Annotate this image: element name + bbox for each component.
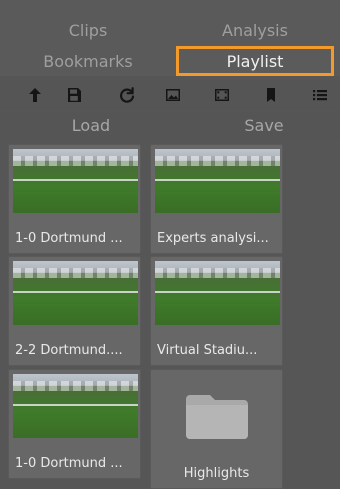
playlist-actions: Load Save (0, 112, 340, 140)
playlist-item[interactable]: 2-2 Dortmund.... (8, 256, 141, 366)
video-thumbnail (13, 261, 138, 325)
playlist-item[interactable]: Virtual Stadiu... (150, 256, 283, 366)
playlist-item[interactable]: 1-0 Dortmund ... (8, 144, 141, 254)
playlist-panel: Clips Analysis Bookmarks Playlist Load S… (0, 0, 340, 489)
list-icon[interactable] (311, 86, 329, 104)
tab-playlist[interactable]: Playlist (176, 46, 334, 76)
playlist-folder-label: Highlights (183, 466, 250, 481)
playlist-item[interactable]: Experts analysi... (150, 144, 283, 254)
video-thumbnail (13, 374, 138, 438)
panel-tabs: Clips Analysis Bookmarks Playlist (0, 0, 340, 76)
playlist-item-label: Virtual Stadiu... (157, 343, 258, 358)
playlist-grid: 1-0 Dortmund ... Experts analysi... 2-2 … (0, 140, 340, 489)
refresh-icon[interactable] (118, 86, 136, 104)
upload-icon[interactable] (26, 86, 44, 104)
video-thumbnail (13, 149, 138, 213)
tab-clips[interactable]: Clips (12, 17, 164, 45)
video-icon[interactable] (213, 86, 231, 104)
playlist-item-label: Experts analysi... (157, 231, 269, 246)
playlist-toolbar (0, 80, 340, 110)
playlist-item[interactable]: 1-0 Dortmund ... (8, 369, 141, 479)
playlist-item-label: 1-0 Dortmund ... (15, 456, 123, 471)
folder-icon (184, 389, 250, 441)
playlist-folder[interactable]: Highlights (150, 369, 283, 489)
load-button[interactable]: Load (31, 116, 151, 135)
playlist-item-label: 1-0 Dortmund ... (15, 231, 123, 246)
video-thumbnail (155, 149, 280, 213)
image-icon[interactable] (164, 86, 182, 104)
save-icon[interactable] (65, 86, 83, 104)
tab-bookmarks[interactable]: Bookmarks (12, 48, 164, 76)
video-thumbnail (155, 261, 280, 325)
playlist-item-label: 2-2 Dortmund.... (15, 343, 123, 358)
bookmark-icon[interactable] (262, 86, 280, 104)
save-button[interactable]: Save (204, 116, 324, 135)
tab-analysis[interactable]: Analysis (176, 17, 334, 45)
